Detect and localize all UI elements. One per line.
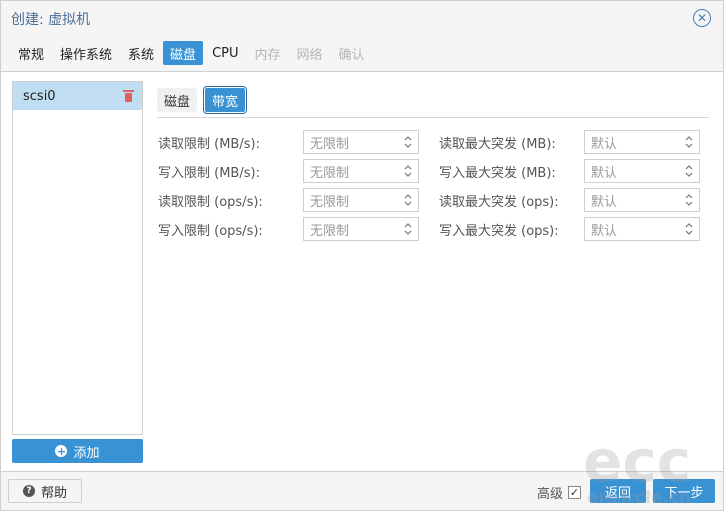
read-burst-ops-field[interactable]: 默认: [584, 188, 700, 212]
spinner-arrows-icon[interactable]: [404, 164, 412, 178]
disk-list: scsi0: [12, 81, 143, 435]
read-burst-mb-row: 读取最大突发 (MB):: [439, 130, 556, 154]
read-limit-ops-field[interactable]: 无限制: [303, 188, 419, 212]
tab-cpu[interactable]: CPU: [205, 41, 245, 65]
back-button[interactable]: 返回: [590, 479, 646, 503]
write-burst-ops-row: 写入最大突发 (ops):: [439, 217, 559, 241]
tab-memory: 内存: [254, 47, 281, 63]
tab-general[interactable]: 常规: [11, 41, 51, 65]
write-limit-mb-placeholder: 无限制: [310, 165, 350, 181]
write-burst-mb-placeholder: 默认: [591, 165, 618, 181]
plus-circle-icon: +: [55, 444, 68, 458]
dialog-footer: ? 帮助 高级 ✓ 返回 下一步: [1, 473, 723, 511]
read-limit-mb-row: 读取限制 (MB/s):: [158, 130, 260, 154]
subtab-disk[interactable]: 磁盘: [157, 88, 198, 112]
tab-disk[interactable]: 磁盘: [163, 41, 204, 65]
add-disk-button[interactable]: + 添加: [12, 439, 143, 463]
write-limit-mb-row: 写入限制 (MB/s):: [158, 159, 260, 183]
disk-subtabs: 磁盘 带宽: [157, 86, 248, 114]
tab-confirm: 确认: [338, 47, 365, 63]
read-burst-mb-placeholder: 默认: [591, 136, 618, 152]
next-button[interactable]: 下一步: [653, 479, 715, 503]
write-burst-mb-label: 写入最大突发 (MB):: [439, 165, 556, 181]
read-burst-ops-row: 读取最大突发 (ops):: [439, 188, 559, 212]
spinner-arrows-icon[interactable]: [404, 135, 412, 149]
write-limit-mb-field[interactable]: 无限制: [303, 159, 419, 183]
advanced-label: 高级: [537, 487, 564, 502]
help-icon: ?: [22, 485, 35, 497]
trash-icon[interactable]: [123, 90, 134, 102]
subtab-bandwidth[interactable]: 带宽: [203, 86, 248, 114]
spinner-arrows-icon[interactable]: [685, 222, 693, 236]
advanced-toggle: 高级 ✓: [537, 483, 582, 502]
write-limit-ops-label: 写入限制 (ops/s):: [158, 223, 263, 239]
write-burst-ops-placeholder: 默认: [591, 223, 618, 239]
subtab-divider: [157, 117, 709, 118]
disk-list-item[interactable]: scsi0: [13, 82, 142, 110]
disk-item-label: scsi0: [23, 88, 56, 104]
add-disk-label: 添加: [73, 445, 100, 461]
wizard-tabs: 常规 操作系统 系统 磁盘 CPU 内存 网络 确认: [11, 41, 372, 65]
read-burst-ops-label: 读取最大突发 (ops):: [439, 194, 559, 210]
tab-os[interactable]: 操作系统: [53, 41, 119, 65]
tab-system[interactable]: 系统: [121, 41, 161, 65]
help-button[interactable]: ? 帮助: [8, 479, 82, 503]
titlebar: 创建: 虚拟机 ✕: [1, 1, 723, 37]
read-burst-mb-field[interactable]: 默认: [584, 130, 700, 154]
dialog-title: 创建: 虚拟机: [11, 12, 91, 28]
read-burst-ops-placeholder: 默认: [591, 194, 618, 210]
read-limit-mb-label: 读取限制 (MB/s):: [158, 136, 260, 152]
write-burst-ops-label: 写入最大突发 (ops):: [439, 223, 559, 239]
read-limit-mb-placeholder: 无限制: [310, 136, 350, 152]
read-limit-mb-field[interactable]: 无限制: [303, 130, 419, 154]
write-limit-mb-label: 写入限制 (MB/s):: [158, 165, 260, 181]
advanced-checkbox[interactable]: ✓: [568, 486, 582, 499]
read-limit-ops-label: 读取限制 (ops/s):: [158, 194, 263, 210]
write-burst-mb-field[interactable]: 默认: [584, 159, 700, 183]
write-burst-ops-field[interactable]: 默认: [584, 217, 700, 241]
create-vm-dialog: 创建: 虚拟机 ✕ 常规 操作系统 系统 磁盘 CPU 内存 网络 确认 scs…: [0, 0, 724, 511]
write-limit-ops-placeholder: 无限制: [310, 223, 350, 239]
tab-content: scsi0 + 添加 磁盘 带宽 读取限制 (MB/s): 无限制 写入限制 (…: [1, 71, 723, 472]
close-icon[interactable]: ✕: [693, 9, 711, 27]
read-limit-ops-placeholder: 无限制: [310, 194, 350, 210]
read-burst-mb-label: 读取最大突发 (MB):: [439, 136, 556, 152]
help-label: 帮助: [40, 485, 67, 501]
write-limit-ops-field[interactable]: 无限制: [303, 217, 419, 241]
spinner-arrows-icon[interactable]: [404, 193, 412, 207]
tab-network: 网络: [296, 47, 323, 63]
write-burst-mb-row: 写入最大突发 (MB):: [439, 159, 556, 183]
read-limit-ops-row: 读取限制 (ops/s):: [158, 188, 263, 212]
spinner-arrows-icon[interactable]: [685, 193, 693, 207]
spinner-arrows-icon[interactable]: [685, 135, 693, 149]
spinner-arrows-icon[interactable]: [685, 164, 693, 178]
spinner-arrows-icon[interactable]: [404, 222, 412, 236]
write-limit-ops-row: 写入限制 (ops/s):: [158, 217, 263, 241]
